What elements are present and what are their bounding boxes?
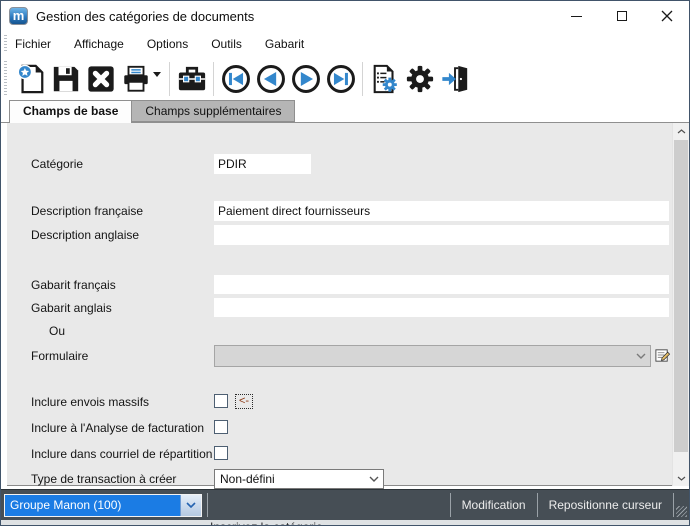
analyse-facturation-checkbox[interactable]: [214, 420, 228, 434]
chevron-down-icon[interactable]: [180, 495, 201, 516]
close-icon: [661, 10, 673, 22]
scroll-down-button[interactable]: [673, 470, 689, 486]
titlebar: m Gestion des catégories de documents: [1, 1, 689, 31]
toolbox-button[interactable]: [174, 60, 209, 97]
report-settings-icon: [370, 64, 400, 94]
minimize-button[interactable]: [554, 1, 599, 31]
new-document-icon: [16, 64, 46, 94]
status-cursor-mode: Repositionne curseur: [538, 498, 673, 512]
new-document-button[interactable]: [13, 60, 48, 97]
menubar: Fichier Affichage Options Outils Gabarit: [1, 31, 689, 57]
form-edit-icon: [654, 347, 671, 364]
save-button[interactable]: [48, 60, 83, 97]
courriel-repartition-label: Inclure dans courriel de répartition: [31, 447, 212, 461]
vertical-scrollbar[interactable]: [672, 123, 689, 486]
exit-button[interactable]: [437, 60, 472, 97]
formulaire-edit-button[interactable]: [653, 345, 672, 366]
maximize-icon: [617, 11, 627, 21]
first-record-button[interactable]: [218, 60, 253, 97]
menubar-grip[interactable]: [4, 35, 7, 53]
type-transaction-value: Non-défini: [215, 472, 365, 486]
chevron-up-icon: [677, 129, 686, 134]
description-fr-input[interactable]: [214, 201, 669, 221]
settings-gear-icon: [405, 64, 435, 94]
delete-button[interactable]: [83, 60, 118, 97]
next-record-button[interactable]: [288, 60, 323, 97]
scroll-up-button[interactable]: [673, 123, 689, 139]
status-separator: [207, 493, 208, 517]
scrollbar-thumb[interactable]: [674, 140, 688, 452]
tab-champs-supplementaires[interactable]: Champs supplémentaires: [132, 100, 295, 122]
chevron-down-icon: [365, 476, 383, 482]
previous-record-button[interactable]: [253, 60, 288, 97]
menu-fichier[interactable]: Fichier: [15, 37, 51, 51]
toolbar-separator: [362, 62, 363, 96]
app-window: m Gestion des catégories de documents Fi…: [0, 0, 690, 526]
gabarit-en-input[interactable]: [214, 298, 669, 317]
analyse-facturation-label: Inclure à l'Analyse de facturation: [31, 421, 204, 435]
window-title: Gestion des catégories de documents: [36, 9, 254, 24]
maximize-button[interactable]: [599, 1, 644, 31]
chevron-down-icon: [677, 476, 686, 481]
last-record-button[interactable]: [323, 60, 358, 97]
window-controls: [554, 1, 689, 31]
close-button[interactable]: [644, 1, 689, 31]
app-icon: m: [9, 7, 28, 25]
menu-outils[interactable]: Outils: [211, 37, 242, 51]
courriel-repartition-checkbox[interactable]: [214, 446, 228, 460]
print-button[interactable]: [118, 60, 153, 97]
toolbar-separator: [213, 62, 214, 96]
ou-label: Ou: [49, 324, 65, 338]
content-area: Catégorie Description française Descript…: [1, 123, 689, 489]
resize-grip[interactable]: [674, 490, 689, 520]
tabstrip: Champs de base Champs supplémentaires: [1, 100, 689, 123]
formulaire-label: Formulaire: [31, 349, 88, 363]
settings-button[interactable]: [402, 60, 437, 97]
toolbox-icon: [177, 64, 207, 94]
group-selector-dropdown[interactable]: Groupe Manon (100): [4, 494, 202, 517]
type-transaction-dropdown[interactable]: Non-défini: [214, 469, 384, 489]
toolbar-grip[interactable]: [4, 61, 7, 96]
report-settings-button[interactable]: [367, 60, 402, 97]
exit-door-icon: [440, 64, 470, 94]
gabarit-fr-label: Gabarit français: [31, 278, 116, 292]
first-record-icon: [221, 64, 251, 94]
form-panel: Catégorie Description française Descript…: [7, 123, 672, 486]
gabarit-en-label: Gabarit anglais: [31, 301, 112, 315]
previous-record-icon: [256, 64, 286, 94]
description-en-input[interactable]: [214, 225, 669, 245]
menu-gabarit[interactable]: Gabarit: [265, 37, 304, 51]
envois-massifs-checkbox[interactable]: [214, 394, 228, 408]
delete-icon: [86, 64, 116, 94]
description-en-label: Description anglaise: [31, 228, 139, 242]
categorie-label: Catégorie: [31, 157, 83, 171]
last-record-icon: [326, 64, 356, 94]
status-right: Modification Repositionne curseur: [450, 490, 689, 520]
type-transaction-label: Type de transaction à créer: [31, 472, 176, 486]
statusbar: Groupe Manon (100) Modification Repositi…: [1, 489, 689, 520]
status-hint-clipped: Inscrivez la catégorie: [1, 520, 689, 525]
status-hint-text: Inscrivez la catégorie: [210, 520, 689, 525]
menu-affichage[interactable]: Affichage: [74, 37, 124, 51]
status-mode: Modification: [451, 498, 537, 512]
description-fr-label: Description française: [31, 204, 143, 218]
next-record-icon: [291, 64, 321, 94]
chevron-down-icon: [632, 353, 650, 359]
toolbar: [1, 57, 689, 100]
toolbar-separator: [169, 62, 170, 96]
categorie-input[interactable]: [214, 154, 311, 174]
menu-options[interactable]: Options: [147, 37, 188, 51]
group-selector-value: Groupe Manon (100): [5, 498, 180, 512]
tab-champs-de-base[interactable]: Champs de base: [9, 100, 132, 123]
print-icon: [121, 64, 151, 94]
envois-massifs-label: Inclure envois massifs: [31, 395, 149, 409]
minimize-icon: [571, 16, 582, 17]
print-dropdown-caret[interactable]: [153, 72, 161, 77]
focus-marker: <-: [235, 394, 253, 409]
save-icon: [51, 64, 81, 94]
formulaire-dropdown[interactable]: [214, 345, 651, 367]
gabarit-fr-input[interactable]: [214, 275, 669, 294]
